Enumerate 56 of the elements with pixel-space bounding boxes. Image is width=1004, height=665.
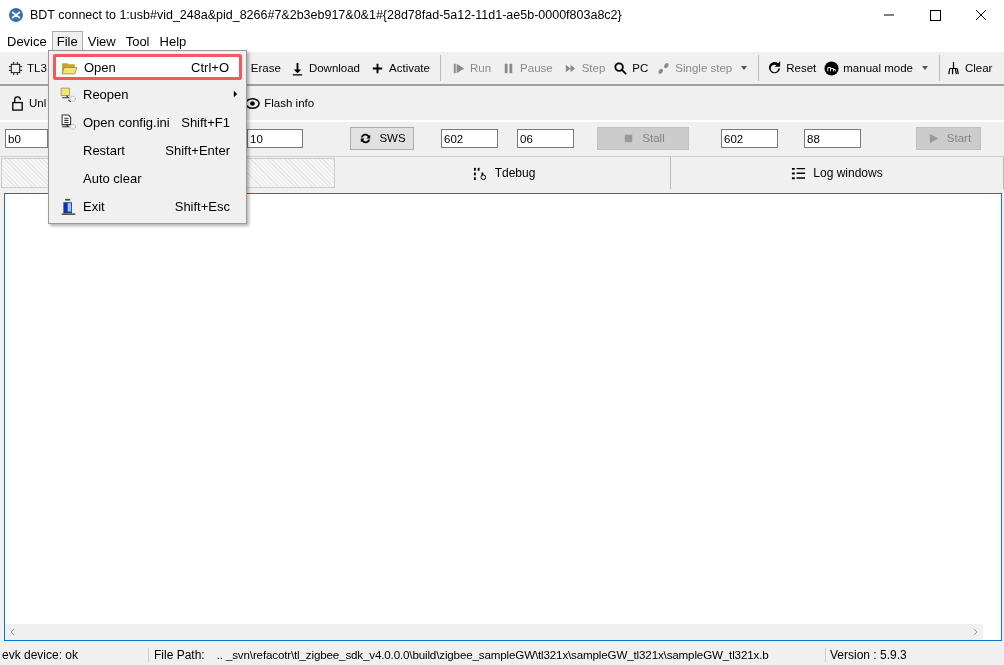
list-icon [791, 165, 807, 181]
footsteps-icon [656, 60, 672, 76]
toolbar-button[interactable]: Reset [767, 60, 817, 76]
unlock-button[interactable]: Unl [10, 95, 47, 111]
path-label: File Path: [154, 648, 205, 662]
scroll-left-icon[interactable] [9, 628, 17, 636]
input-field[interactable]: 88 [804, 128, 861, 148]
menu-item[interactable]: Tool [120, 30, 155, 52]
caret-icon [740, 64, 749, 72]
padlock-icon [10, 95, 25, 111]
menu-item[interactable]: File [51, 30, 83, 52]
menu-item[interactable]: Reopen [53, 80, 242, 108]
door-icon [59, 197, 77, 215]
input-field[interactable]: 10 [247, 128, 303, 148]
tab[interactable]: Log windows [671, 157, 1004, 189]
menu-item[interactable]: Open config.ini Shift+F1 [53, 108, 242, 136]
eye-icon [245, 95, 261, 111]
binary-search-icon [472, 165, 488, 181]
search-icon [613, 60, 629, 76]
log-text-area[interactable] [4, 193, 1002, 641]
device-status: evk device: ok [0, 648, 149, 662]
chip-icon [8, 60, 23, 76]
refresh-icon [767, 60, 783, 76]
flash-info-button[interactable]: Flash info [245, 95, 315, 111]
app-icon [8, 7, 24, 23]
toolbar-button[interactable]: Activate [370, 60, 430, 76]
tab[interactable]: Tdebug [338, 157, 671, 189]
submenu-arrow-icon [233, 90, 238, 98]
horizontal-scrollbar[interactable] [5, 624, 983, 640]
action-button[interactable]: SWS [350, 126, 414, 150]
toolbar-button[interactable]: Download [289, 60, 361, 76]
version-text: Version : 5.9.3 [829, 648, 907, 662]
menu-item[interactable]: View [82, 30, 121, 52]
document-icon [59, 113, 77, 131]
toolbar-button[interactable]: PC [613, 60, 649, 76]
menu-item[interactable]: Auto clear [53, 164, 242, 192]
menu-item[interactable]: Help [154, 30, 192, 52]
menu-item[interactable]: Device [2, 30, 52, 52]
window-title: BDT connect to 1:usb#vid_248a&pid_8266#7&2b3eb917&0&1#{28d78fad-5a12-11d1-ae5b-0000f803a8c2} [30, 8, 622, 22]
menu-item[interactable]: Open Ctrl+O [53, 54, 242, 80]
menu-item[interactable]: Exit Shift+Esc [53, 192, 242, 220]
caret-icon [920, 64, 929, 72]
toolbar-button[interactable]: manual mode [824, 60, 929, 76]
toolbar-button[interactable]: TL3 [8, 60, 47, 76]
file-path: .. _svn\refacotr\tl_zigbee_sdk_v4.0.0.0\build\zigbee_sampleGW\tl321x\sampleGW_tl321x\sampleGW_tl321x.b [216, 648, 769, 662]
scroll-right-icon[interactable] [971, 628, 979, 636]
input-field[interactable]: 602 [441, 128, 498, 148]
folder-icon [59, 85, 77, 103]
menu-item[interactable]: Restart Shift+Enter [53, 136, 242, 164]
toolbar-button[interactable]: Erase [250, 62, 281, 74]
input-field[interactable]: 602 [721, 128, 778, 148]
input-field[interactable]: 06 [517, 128, 574, 148]
input-field[interactable]: b0 [5, 128, 48, 148]
toolbar-button[interactable]: Clear [945, 60, 993, 76]
mode-icon [824, 60, 840, 76]
broom-icon [945, 60, 961, 76]
